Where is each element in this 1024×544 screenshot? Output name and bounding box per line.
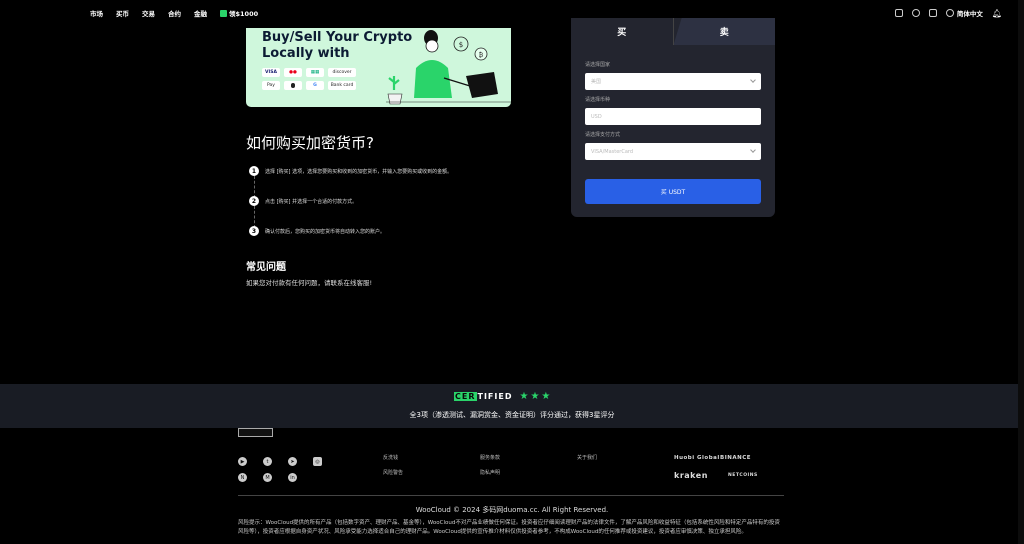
partner-netcoins: NETCOINS — [728, 473, 758, 478]
buy-usdt-button[interactable]: 买 USDT — [585, 179, 761, 204]
svg-text:$: $ — [459, 41, 463, 49]
payment-value: VISA/MasterCard — [591, 148, 634, 155]
main-nav: 市场 买币 交易 合约 金融 领$1000 — [90, 8, 258, 18]
currency-value: USD — [591, 113, 602, 120]
jcb-badge: ▦▦ — [306, 68, 324, 77]
footer-link-risk[interactable]: 风险警告 — [383, 469, 403, 476]
step-number: 1 — [249, 166, 259, 176]
footer-logo[interactable] — [238, 428, 273, 437]
n-icon[interactable]: N — [238, 473, 247, 482]
footer-link-terms[interactable]: 服务条款 — [480, 454, 500, 461]
export-icon[interactable] — [894, 9, 903, 17]
certified-logo-right: TIFIED — [477, 392, 513, 401]
pay-badge: Pay — [262, 81, 280, 90]
visa-badge: VISA — [262, 68, 280, 77]
nav-item-market[interactable]: 市场 — [90, 8, 103, 18]
discover-badge: discover — [328, 68, 356, 77]
tab-sell[interactable]: 卖 — [673, 18, 775, 45]
currency-input[interactable]: USD — [585, 108, 761, 125]
bank-card-badge: Bank card — [328, 81, 356, 90]
nav-item-buy-crypto[interactable]: 买币 — [116, 8, 129, 18]
top-navbar: 市场 买币 交易 合约 金融 领$1000 简体中文 🔔︎ — [0, 0, 1024, 28]
currency-label: 请选择币种 — [585, 97, 611, 103]
nav-item-futures[interactable]: 合约 — [168, 8, 181, 18]
google-pay-badge: G — [306, 81, 324, 90]
country-select[interactable]: 美国 — [585, 73, 761, 90]
certified-logo-left: CER — [454, 392, 477, 401]
certified-logo: CER TIFIED — [454, 392, 512, 401]
country-value: 美国 — [591, 79, 602, 85]
howto-title: 如何购买加密货币? — [246, 134, 374, 152]
hero-banner: Buy/Sell Your Crypto Locally with VISA ●… — [246, 28, 511, 107]
youtube-icon[interactable]: ▶ — [238, 457, 247, 466]
globe-icon — [945, 9, 954, 17]
rating-stars: ★★★ — [519, 391, 553, 402]
twitter-icon[interactable]: t — [263, 457, 272, 466]
country-label: 请选择国家 — [585, 62, 611, 68]
partner-binance: BINANCE — [720, 455, 751, 461]
language-selector[interactable]: 简体中文 — [945, 8, 983, 18]
download-icon[interactable] — [928, 9, 937, 17]
certified-text: 全3项（渗透测试、漏洞赏金、资金证明）评分通过，获得3星评分 — [409, 411, 615, 419]
header-tools: 简体中文 🔔︎ — [894, 8, 1002, 18]
payment-badges: VISA ●● ▦▦ discover Pay G Bank card — [262, 68, 356, 90]
footer-divider — [238, 495, 784, 496]
partner-huobi: Huobi Global — [674, 455, 720, 461]
person-laptop-illustration: $ ₿ — [386, 30, 511, 105]
chevron-down-icon — [750, 77, 756, 83]
mastercard-badge: ●● — [284, 68, 302, 77]
faq-title: 常见问题 — [246, 262, 286, 273]
faq-description: 如果您对付款有任何问题，请联系在线客服! — [246, 279, 373, 287]
gift-icon — [220, 9, 227, 17]
partner-kraken: kraken — [674, 471, 708, 480]
footer-link-aml[interactable]: 反洗钱 — [383, 454, 398, 461]
step-2: 2 点击 [购买] 并选择一个合适的付款方式。 — [249, 196, 357, 206]
hero-title-line2: Locally with — [262, 46, 350, 61]
buy-sell-tabs: 买 卖 — [571, 18, 775, 45]
linkedin-icon[interactable]: in — [288, 473, 297, 482]
medium-icon[interactable]: M — [263, 473, 272, 482]
risk-warning: 风险提示：WooCloud提供的所有产品（包括数字资产、理财产品、基金等），Wo… — [238, 520, 780, 535]
footer-link-about[interactable]: 关于我们 — [577, 454, 597, 461]
step-connector — [253, 206, 255, 228]
step-number: 2 — [249, 196, 259, 206]
certified-badge: CER TIFIED ★★★ — [454, 391, 552, 402]
social-links: ▶ t ➤ ◎ N M in — [238, 457, 322, 482]
bell-icon[interactable]: 🔔︎ — [992, 9, 1002, 18]
step-number: 3 — [249, 226, 259, 236]
step-text: 选择 [购买] 选项，选择您要购买和收到的加密货币，并输入您要购买或收到的金额。 — [265, 168, 453, 175]
promo-link[interactable]: 领$1000 — [220, 8, 258, 18]
promo-label: 领$1000 — [229, 10, 259, 18]
step-1: 1 选择 [购买] 选项，选择您要购买和收到的加密货币，并输入您要购买或收到的金… — [249, 166, 452, 176]
page-scrollbar[interactable] — [1018, 0, 1024, 544]
payment-label: 请选择支付方式 — [585, 132, 621, 138]
step-text: 确认付款后，您购买的加密货币将自动转入您的账户。 — [265, 228, 386, 235]
tab-buy[interactable]: 买 — [571, 18, 674, 45]
apple-icon — [291, 83, 295, 88]
svg-text:₿: ₿ — [479, 52, 484, 59]
step-text: 点击 [购买] 并选择一个合适的付款方式。 — [265, 198, 358, 205]
language-label: 简体中文 — [956, 10, 983, 18]
footer-link-privacy[interactable]: 隐私声明 — [480, 469, 500, 476]
nav-item-finance[interactable]: 金融 — [194, 8, 207, 18]
apple-pay-badge — [284, 81, 302, 90]
user-icon[interactable] — [911, 9, 920, 17]
buy-sell-panel: 买 卖 请选择国家 美国 请选择币种 USD 请选择支付方式 VISA/Mast… — [571, 18, 775, 217]
payment-method-select[interactable]: VISA/MasterCard — [585, 143, 761, 160]
telegram-icon[interactable]: ➤ — [288, 457, 297, 466]
step-connector — [253, 176, 255, 198]
nav-item-trade[interactable]: 交易 — [142, 8, 155, 18]
step-3: 3 确认付款后，您购买的加密货币将自动转入您的账户。 — [249, 226, 385, 236]
instagram-icon[interactable]: ◎ — [313, 457, 322, 466]
chevron-down-icon — [750, 147, 756, 153]
copyright: WooCloud © 2024 多码网duoma.cc. All Right R… — [415, 506, 609, 514]
